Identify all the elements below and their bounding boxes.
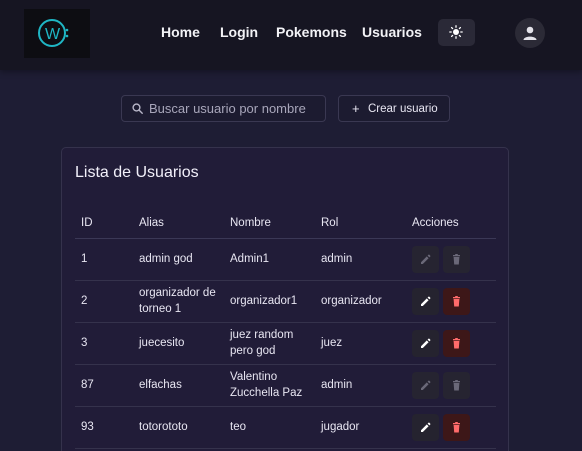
- user-icon: [523, 26, 537, 40]
- cell-rol: admin: [315, 238, 406, 281]
- edit-button[interactable]: [412, 245, 439, 273]
- trash-icon: [453, 379, 460, 390]
- pencil-icon: [421, 422, 431, 432]
- cell-alias: totorototo: [133, 406, 224, 449]
- create-user-button[interactable]: + Crear usuario: [338, 95, 450, 122]
- card-title: Lista de Usuarios: [75, 164, 199, 181]
- cell-id: 2: [75, 280, 133, 323]
- logo-letter: W: [45, 26, 61, 43]
- cell-alias: elfachas: [133, 364, 224, 407]
- trash-icon: [453, 337, 460, 348]
- table-row: 3 juecesito juez random pero god juez: [75, 322, 496, 365]
- sun-icon: [449, 25, 463, 39]
- users-card: Lista de Usuarios ID Alias Nombre Rol Ac…: [61, 147, 509, 451]
- pencil-icon: [421, 380, 431, 390]
- logo[interactable]: W: [24, 9, 90, 58]
- table-row: 1 admin god Admin1 admin: [75, 238, 496, 281]
- cell-actions: [406, 322, 496, 365]
- pencil-icon: [421, 296, 431, 306]
- table-row: 93 totorototo teo jugador: [75, 406, 496, 449]
- cell-alias: organizador de torneo 1: [133, 280, 224, 323]
- trash-icon: [453, 421, 460, 432]
- cell-nombre: Admin1: [224, 238, 315, 281]
- header-nombre: Nombre: [224, 208, 315, 239]
- cell-alias: juecesito: [133, 322, 224, 365]
- pencil-icon: [421, 338, 431, 348]
- cell-rol: jugador: [315, 406, 406, 449]
- edit-button[interactable]: [412, 329, 439, 357]
- plus-icon: +: [352, 101, 360, 116]
- cell-rol: juez: [315, 322, 406, 365]
- edit-button[interactable]: [412, 413, 439, 441]
- delete-button[interactable]: [443, 413, 470, 441]
- nav-login[interactable]: Login: [220, 24, 258, 40]
- cell-nombre: teo: [224, 406, 315, 449]
- nav-usuarios[interactable]: Usuarios: [362, 24, 422, 40]
- header-acciones: Acciones: [406, 208, 496, 239]
- create-user-label: Crear usuario: [368, 103, 438, 115]
- header-rol: Rol: [315, 208, 406, 239]
- table-header-row: ID Alias Nombre Rol Acciones: [75, 208, 496, 239]
- cell-actions: [406, 406, 496, 449]
- search-input[interactable]: [149, 98, 321, 119]
- edit-button[interactable]: [412, 287, 439, 315]
- table-row: 87 elfachas Valentino Zucchella Paz admin: [75, 364, 496, 407]
- cell-id: 1: [75, 238, 133, 281]
- users-table: ID Alias Nombre Rol Acciones 1 admin god A…: [75, 208, 496, 449]
- nav-pokemons[interactable]: Pokemons: [276, 24, 347, 40]
- header-alias: Alias: [133, 208, 224, 239]
- cell-id: 93: [75, 406, 133, 449]
- cell-rol: admin: [315, 364, 406, 407]
- trash-icon: [453, 295, 460, 306]
- cell-actions: [406, 364, 496, 407]
- search-icon: [132, 103, 143, 114]
- cell-rol: organizador: [315, 280, 406, 323]
- edit-button[interactable]: [412, 371, 439, 399]
- logo-icon: W: [38, 19, 69, 47]
- search-box[interactable]: [121, 95, 326, 122]
- cell-nombre: juez random pero god: [224, 322, 315, 365]
- cell-id: 3: [75, 322, 133, 365]
- cell-nombre: Valentino Zucchella Paz: [224, 364, 315, 407]
- table-row: 2 organizador de torneo 1 organizador1 orga…: [75, 280, 496, 323]
- nav-home[interactable]: Home: [161, 24, 200, 40]
- pencil-icon: [421, 254, 431, 264]
- cell-actions: [406, 280, 496, 323]
- cell-alias: admin god: [133, 238, 224, 281]
- cell-id: 87: [75, 364, 133, 407]
- delete-button[interactable]: [443, 287, 470, 315]
- header-id: ID: [75, 208, 133, 239]
- cell-actions: [406, 238, 496, 281]
- navbar: W Home Login Pokemons Usuarios: [0, 0, 582, 70]
- trash-icon: [453, 253, 460, 264]
- theme-toggle-button[interactable]: [438, 19, 475, 46]
- delete-button[interactable]: [443, 329, 470, 357]
- user-avatar-button[interactable]: [515, 18, 545, 48]
- delete-button[interactable]: [443, 371, 470, 399]
- cell-nombre: organizador1: [224, 280, 315, 323]
- delete-button[interactable]: [443, 245, 470, 273]
